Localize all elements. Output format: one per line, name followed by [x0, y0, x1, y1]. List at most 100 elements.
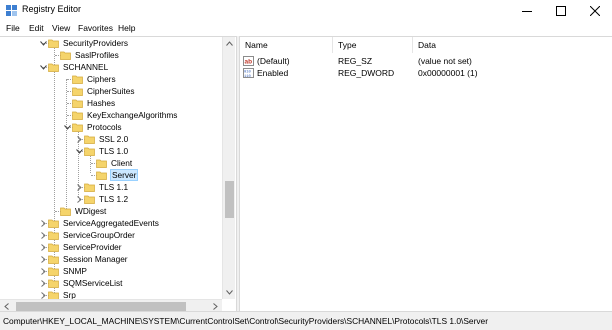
menu-view[interactable]: View	[52, 23, 70, 33]
tree-node-label: TLS 1.2	[99, 194, 129, 204]
tree-node[interactable]: SNMP	[39, 265, 88, 277]
tree-node[interactable]: SecurityProviders	[39, 37, 129, 49]
scroll-up-icon[interactable]	[223, 37, 236, 50]
scroll-down-icon[interactable]	[223, 286, 236, 299]
binary-value-icon: 010 110	[243, 68, 254, 78]
value-name: Enabled	[257, 68, 289, 78]
menu-file[interactable]: File	[6, 23, 20, 33]
string-value-icon: ab	[243, 56, 254, 66]
tree-node-label: ServiceAggregatedEvents	[63, 218, 159, 228]
tree-node[interactable]: WDigest	[51, 205, 107, 217]
maximize-button[interactable]	[544, 0, 578, 21]
folder-icon	[84, 183, 95, 192]
expanded-chevron-icon[interactable]	[39, 61, 48, 73]
tree-node[interactable]: Client	[87, 157, 133, 169]
status-bar: Computer\HKEY_LOCAL_MACHINE\SYSTEM\Curre…	[0, 311, 612, 330]
value-name: (Default)	[257, 56, 290, 66]
menu-favorites[interactable]: Favorites	[78, 23, 113, 33]
scroll-right-icon[interactable]	[209, 300, 222, 311]
folder-icon	[48, 231, 59, 240]
folder-icon	[84, 147, 95, 156]
window-title: Registry Editor	[22, 4, 82, 14]
collapsed-chevron-icon[interactable]	[39, 229, 48, 241]
folder-icon	[48, 63, 59, 72]
menu-edit[interactable]: Edit	[29, 23, 44, 33]
collapsed-chevron-icon[interactable]	[75, 133, 84, 145]
tree-node[interactable]: TLS 1.0	[75, 145, 129, 157]
tree-node[interactable]: Session Manager	[39, 253, 129, 265]
tree-node[interactable]: TLS 1.1	[75, 181, 129, 193]
tree-node[interactable]: SQMServiceList	[39, 277, 123, 289]
column-header-data[interactable]: Data	[418, 40, 436, 50]
minimize-icon	[522, 10, 532, 12]
tree-node[interactable]: SCHANNEL	[39, 61, 109, 73]
tree-node[interactable]: Protocols	[63, 121, 123, 133]
tree-node-label: SNMP	[63, 266, 87, 276]
tree-node[interactable]: Hashes	[63, 97, 116, 109]
folder-icon	[48, 279, 59, 288]
folder-icon	[96, 171, 107, 180]
folder-icon	[48, 243, 59, 252]
column-header-type[interactable]: Type	[338, 40, 356, 50]
collapsed-chevron-icon[interactable]	[39, 241, 48, 253]
tree-vertical-scrollbar[interactable]	[222, 37, 235, 299]
column-separator[interactable]	[332, 37, 333, 53]
tree-node[interactable]: ServiceGroupOrder	[39, 229, 136, 241]
tree-node-label: SCHANNEL	[63, 62, 109, 72]
minimize-button[interactable]	[510, 0, 544, 21]
tree-node[interactable]: Ciphers	[63, 73, 117, 85]
tree-node[interactable]: Server	[87, 169, 139, 181]
collapsed-chevron-icon[interactable]	[75, 193, 84, 205]
tree-horizontal-scroll-thumb[interactable]	[16, 302, 186, 311]
value-type: REG_DWORD	[338, 68, 395, 78]
close-button[interactable]	[578, 0, 612, 21]
tree-node-label: TLS 1.0	[99, 146, 129, 156]
menu-help[interactable]: Help	[118, 23, 135, 33]
column-header-name[interactable]: Name	[245, 40, 268, 50]
values-list[interactable]: Name Type Data ab (Default) REG_SZ (valu…	[240, 36, 612, 311]
tree-node[interactable]: CipherSuites	[63, 85, 136, 97]
collapsed-chevron-icon[interactable]	[39, 217, 48, 229]
tree-vertical-scroll-thumb[interactable]	[225, 181, 234, 218]
collapsed-chevron-icon[interactable]	[39, 253, 48, 265]
tree-node-label: TLS 1.1	[99, 182, 129, 192]
folder-icon	[48, 255, 59, 264]
value-row[interactable]: 010 110 Enabled REG_DWORD 0x00000001 (1)	[243, 67, 603, 79]
expanded-chevron-icon[interactable]	[63, 121, 72, 133]
collapsed-chevron-icon[interactable]	[39, 265, 48, 277]
tree-node-label: WDigest	[75, 206, 107, 216]
folder-icon	[48, 219, 59, 228]
tree-node-label: SaslProfiles	[75, 50, 119, 60]
folder-icon	[48, 267, 59, 276]
folder-icon	[84, 135, 95, 144]
maximize-icon	[556, 5, 566, 16]
scroll-left-icon[interactable]	[0, 300, 13, 311]
registry-editor-icon	[6, 5, 17, 16]
menu-bar: File Edit View Favorites Help	[0, 21, 612, 36]
tree-node-label: Ciphers	[87, 74, 116, 84]
value-data: (value not set)	[418, 56, 472, 66]
tree-node[interactable]: KeyExchangeAlgorithms	[63, 109, 178, 121]
collapsed-chevron-icon[interactable]	[39, 277, 48, 289]
tree-node[interactable]: TLS 1.2	[75, 193, 129, 205]
column-separator[interactable]	[412, 37, 413, 53]
tree-node-label: Protocols	[87, 122, 122, 132]
tree-node[interactable]: SaslProfiles	[51, 49, 120, 61]
tree-node[interactable]: SSL 2.0	[75, 133, 129, 145]
svg-text:ab: ab	[245, 59, 253, 66]
value-row[interactable]: ab (Default) REG_SZ (value not set)	[243, 55, 603, 67]
tree-horizontal-scrollbar[interactable]	[0, 299, 222, 311]
expanded-chevron-icon[interactable]	[75, 145, 84, 157]
collapsed-chevron-icon[interactable]	[75, 181, 84, 193]
tree-node-label: SQMServiceList	[63, 278, 123, 288]
expanded-chevron-icon[interactable]	[39, 37, 48, 49]
folder-icon	[48, 39, 59, 48]
tree-node[interactable]: ServiceProvider	[39, 241, 123, 253]
tree-node[interactable]: ServiceAggregatedEvents	[39, 217, 160, 229]
close-icon	[590, 5, 600, 16]
registry-key-tree[interactable]: SecurityProviders SaslProfiles SCHANNEL Cip…	[0, 36, 236, 311]
